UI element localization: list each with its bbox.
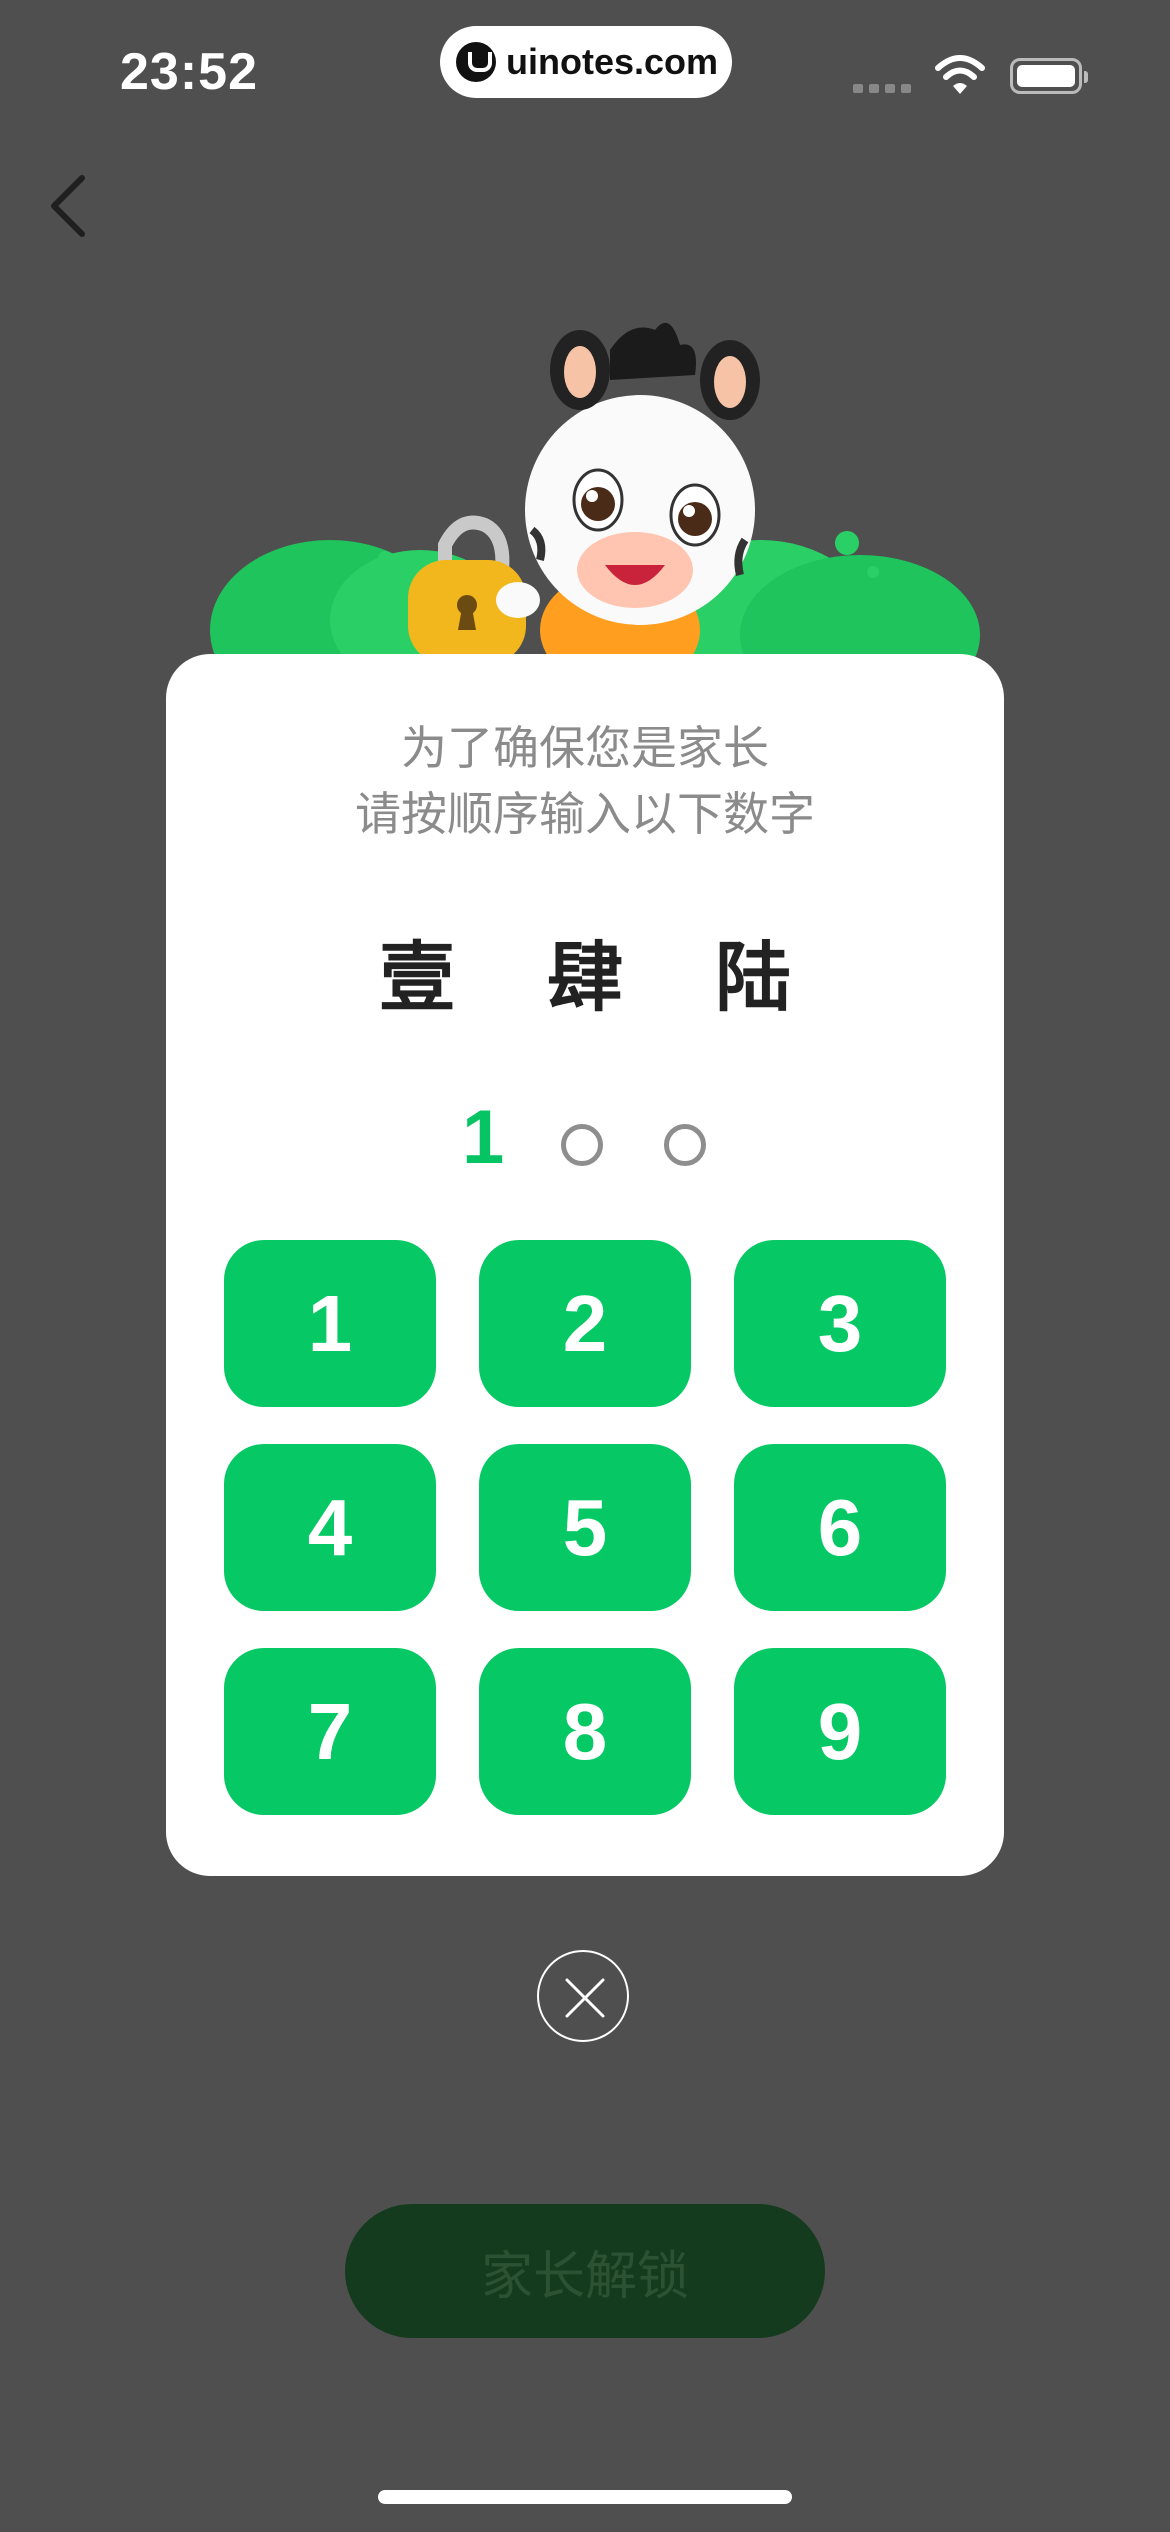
wifi-icon bbox=[935, 55, 985, 94]
close-icon bbox=[565, 1978, 605, 2018]
cellular-signal-icon bbox=[853, 84, 911, 93]
empty-slot-indicator bbox=[664, 1124, 706, 1166]
parent-unlock-button: 家长解锁 bbox=[345, 2204, 825, 2338]
status-time: 23:52 bbox=[120, 43, 258, 101]
input-progress: 1 bbox=[166, 1094, 1004, 1180]
entered-digit: 1 bbox=[462, 1095, 505, 1180]
parent-verification-card: 为了确保您是家长 请按顺序输入以下数字 壹 肆 陆 1 1 2 3 4 5 6 … bbox=[166, 654, 1004, 1876]
close-button[interactable] bbox=[537, 1950, 629, 2042]
key-7[interactable]: 7 bbox=[224, 1648, 436, 1815]
challenge-char: 陆 bbox=[715, 933, 791, 1022]
key-5[interactable]: 5 bbox=[479, 1444, 691, 1611]
challenge-characters: 壹 肆 陆 bbox=[166, 916, 1004, 1026]
key-4[interactable]: 4 bbox=[224, 1444, 436, 1611]
number-keypad: 1 2 3 4 5 6 7 8 9 bbox=[224, 1240, 946, 1815]
key-3[interactable]: 3 bbox=[734, 1240, 946, 1407]
battery-icon bbox=[1010, 58, 1088, 94]
prompt-line-1: 为了确保您是家长 bbox=[401, 721, 769, 775]
challenge-char: 肆 bbox=[547, 933, 623, 1022]
prompt-line-2: 请按顺序输入以下数字 bbox=[355, 787, 815, 841]
key-6[interactable]: 6 bbox=[734, 1444, 946, 1611]
key-1[interactable]: 1 bbox=[224, 1240, 436, 1407]
parent-unlock-label: 家长解锁 bbox=[480, 2246, 689, 2307]
url-pill: uinotes.com bbox=[440, 26, 732, 98]
empty-slot-indicator bbox=[561, 1124, 603, 1166]
url-text: uinotes.com bbox=[506, 41, 719, 82]
key-2[interactable]: 2 bbox=[479, 1240, 691, 1407]
zebra-mascot-illustration bbox=[210, 322, 980, 680]
key-9[interactable]: 9 bbox=[734, 1648, 946, 1815]
key-8[interactable]: 8 bbox=[479, 1648, 691, 1815]
home-indicator bbox=[378, 2490, 792, 2504]
challenge-char: 壹 bbox=[379, 933, 455, 1022]
back-chevron-icon[interactable] bbox=[40, 170, 100, 240]
uinotes-logo-icon bbox=[456, 42, 496, 82]
